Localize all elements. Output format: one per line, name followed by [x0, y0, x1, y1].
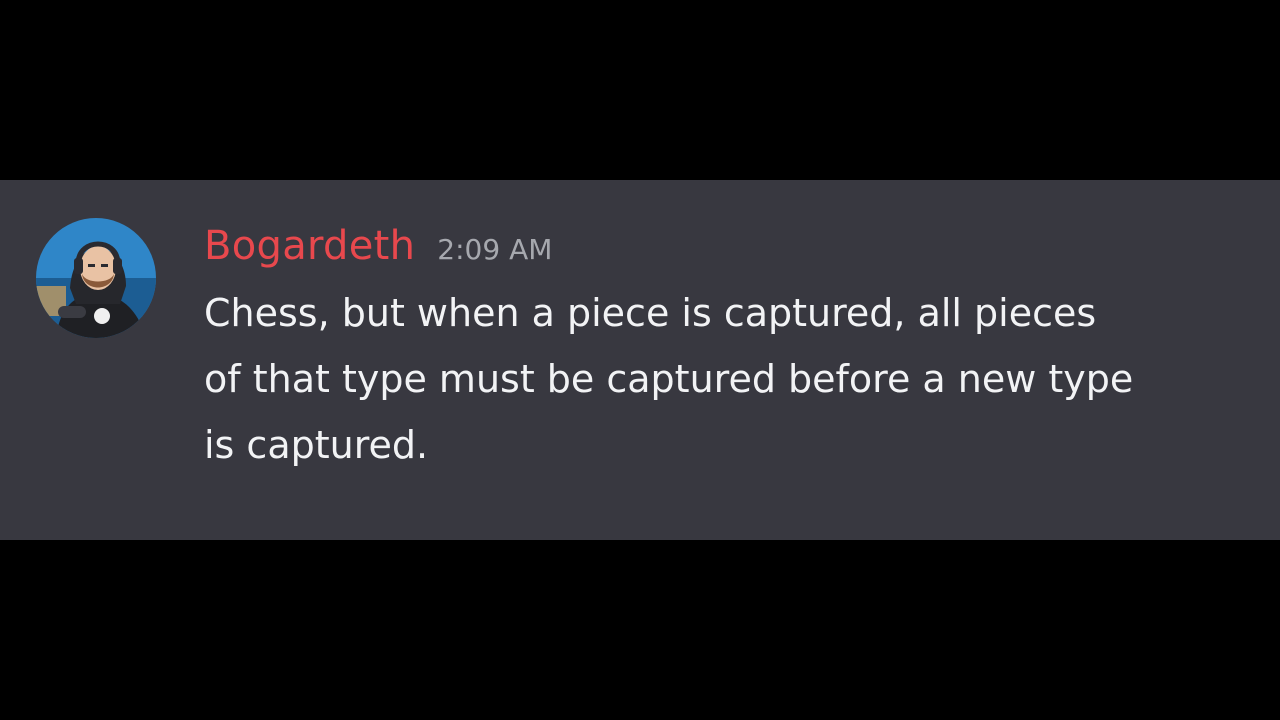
message-content: Chess, but when a piece is captured, all… — [204, 280, 1224, 478]
author-username[interactable]: Bogardeth — [204, 223, 415, 269]
chat-message: Bogardeth 2:09 AM Chess, but when a piece… — [0, 180, 1280, 540]
message-line: Chess, but when a piece is captured, all… — [204, 291, 1097, 335]
message-timestamp[interactable]: 2:09 AM — [437, 233, 552, 266]
user-avatar-icon[interactable] — [36, 218, 156, 338]
message-line: of that type must be captured before a n… — [204, 357, 1134, 401]
message-header: Bogardeth 2:09 AM — [204, 216, 552, 276]
video-frame: Bogardeth 2:09 AM Chess, but when a piece… — [0, 0, 1280, 720]
message-line: is captured. — [204, 423, 429, 467]
